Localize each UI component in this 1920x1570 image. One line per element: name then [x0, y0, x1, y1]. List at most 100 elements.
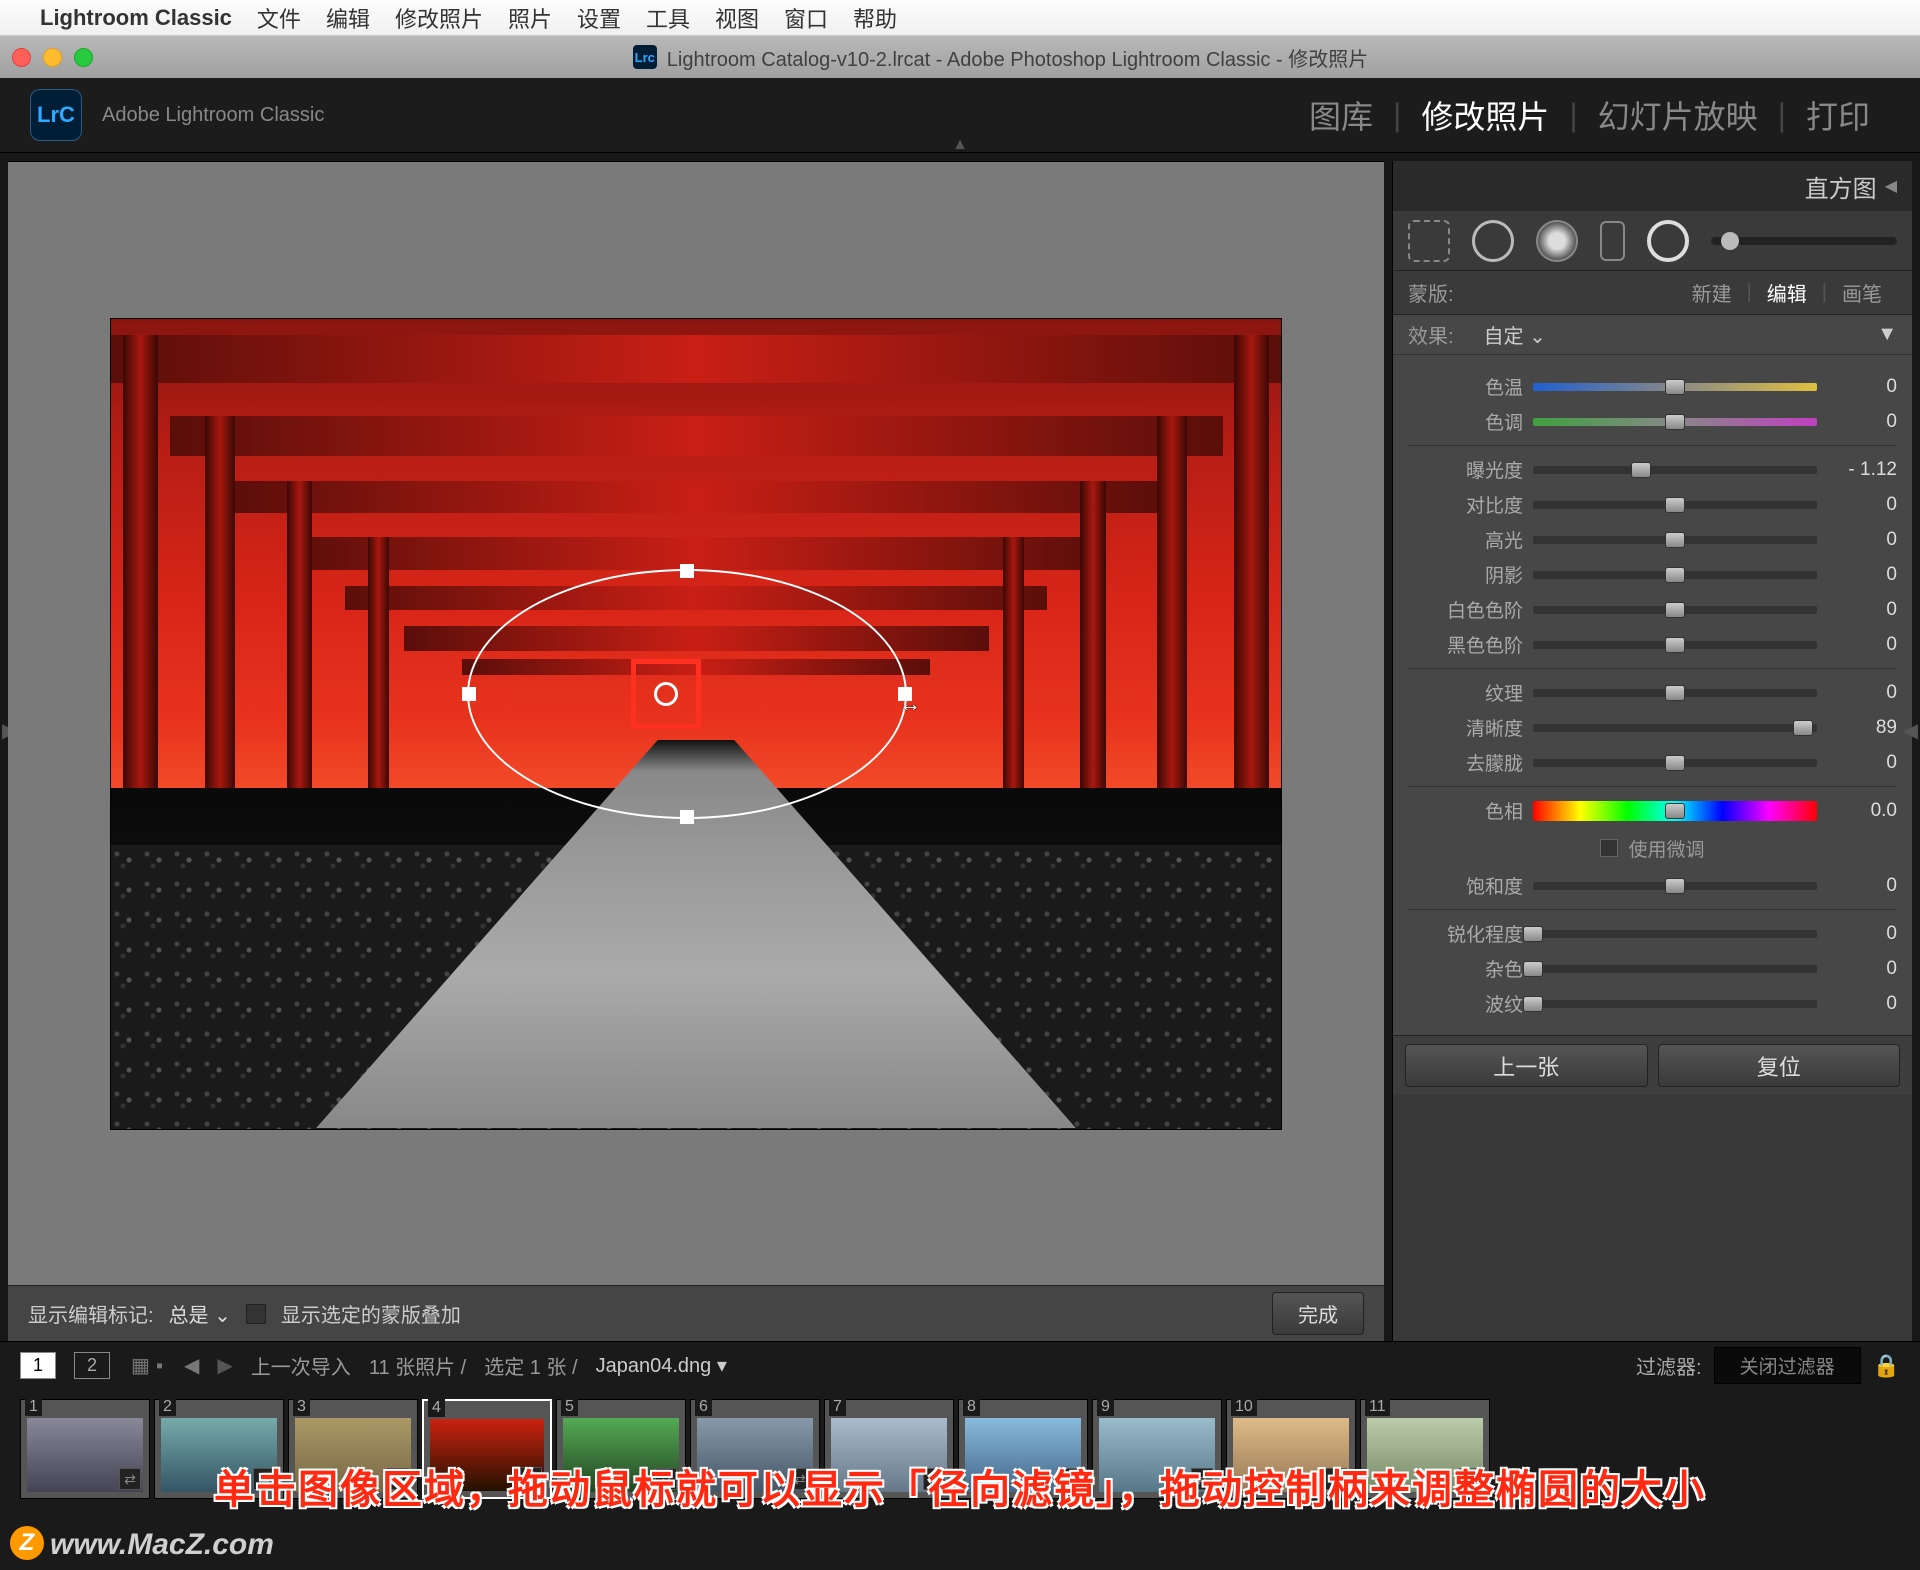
module-slideshow[interactable]: 幻灯片放映	[1578, 92, 1778, 138]
use-fine-checkbox[interactable]	[1600, 839, 1618, 857]
thumbnail[interactable]: 3⇄	[288, 1399, 418, 1499]
mask-tab-new[interactable]: 新建	[1677, 278, 1747, 307]
menu-window[interactable]: 窗口	[784, 2, 828, 34]
thumbnail[interactable]: 1⇄	[20, 1399, 150, 1499]
slider-texture[interactable]: 纹理0	[1408, 675, 1897, 710]
expand-right-icon[interactable]: ◀	[1903, 718, 1918, 743]
nav-back-icon[interactable]: ◀	[184, 1353, 199, 1378]
effect-row[interactable]: 效果: 自定 ⌄ ▼	[1393, 315, 1912, 355]
thumbnail[interactable]: 2⇄	[154, 1399, 284, 1499]
badge-icon: ⇄	[387, 1468, 409, 1490]
window-title-text: Lightroom Catalog-v10-2.lrcat - Adobe Ph…	[667, 43, 1368, 72]
slider-dehaze[interactable]: 去朦胧0	[1408, 745, 1897, 780]
slider-saturation[interactable]: 饱和度0	[1408, 868, 1897, 903]
slider-hue[interactable]: 色相0.0	[1408, 793, 1897, 828]
slider-clarity[interactable]: 清晰度89	[1408, 710, 1897, 745]
menu-photo[interactable]: 照片	[508, 2, 552, 34]
module-print[interactable]: 打印	[1786, 92, 1890, 138]
mask-tab-edit[interactable]: 编辑	[1752, 278, 1822, 307]
effect-value: 自定 ⌄	[1484, 320, 1546, 349]
gradient-tool-icon[interactable]	[1600, 221, 1625, 261]
use-fine-row[interactable]: 使用微调	[1408, 828, 1897, 868]
slider-whites[interactable]: 白色色阶0	[1408, 592, 1897, 627]
slider-sharpness[interactable]: 锐化程度0	[1408, 916, 1897, 951]
slider-noise[interactable]: 杂色0	[1408, 951, 1897, 986]
selected-count: 选定 1 张 /	[484, 1351, 577, 1380]
panel-bottom: 上一张 复位	[1393, 1035, 1912, 1095]
zoom-button[interactable]	[74, 48, 93, 67]
slider-highlights[interactable]: 高光0	[1408, 522, 1897, 557]
thumbnail-selected[interactable]: 4⇄	[422, 1399, 552, 1499]
mask-tab-brush[interactable]: 画笔	[1827, 278, 1897, 307]
show-edit-marks-value[interactable]: 总是 ⌄	[169, 1299, 231, 1328]
monitor-2[interactable]: 2	[74, 1352, 110, 1379]
menu-file[interactable]: 文件	[257, 2, 301, 34]
slider-panel: 色温0 色调0 曝光度- 1.12 对比度0 高光0 阴影0 白色色阶0 黑色色…	[1393, 355, 1912, 1035]
radial-center-marker[interactable]	[631, 659, 701, 729]
menu-develop[interactable]: 修改照片	[395, 2, 483, 34]
photo-preview[interactable]: ↔	[111, 319, 1281, 1129]
histogram-header[interactable]: 直方图◀	[1393, 161, 1912, 211]
slider-shadows[interactable]: 阴影0	[1408, 557, 1897, 592]
badge-icon: ⇄	[1191, 1468, 1213, 1490]
thumbnail[interactable]: 5⇄	[556, 1399, 686, 1499]
view-icons[interactable]: ▦▪	[128, 1353, 166, 1378]
badge-icon: ⇄	[1057, 1468, 1079, 1490]
redeye-tool-icon[interactable]	[1536, 220, 1578, 262]
slider-moire[interactable]: 波纹0	[1408, 986, 1897, 1021]
main-area: ▶	[0, 153, 1920, 1341]
thumbnail[interactable]: 6⇄	[690, 1399, 820, 1499]
done-button[interactable]: 完成	[1272, 1292, 1364, 1335]
badge-icon: ⇄	[1459, 1468, 1481, 1490]
grid-icon: ▦	[131, 1355, 150, 1377]
radial-tool-icon[interactable]	[1647, 220, 1689, 262]
app-window: Lrc Lightroom Catalog-v10-2.lrcat - Adob…	[0, 36, 1920, 1519]
right-panel: 直方图◀ 蒙版: 新建 | 编辑 | 画笔 效果: 自定 ⌄ ▼	[1392, 161, 1912, 1341]
effect-label: 效果:	[1408, 320, 1454, 349]
filter-dropdown[interactable]: 关闭过滤器	[1714, 1347, 1861, 1384]
thumbnail[interactable]: 10⇄	[1226, 1399, 1356, 1499]
minimize-button[interactable]	[43, 48, 62, 67]
monitor-1[interactable]: 1	[20, 1352, 56, 1379]
thumbnail[interactable]: 8⇄	[958, 1399, 1088, 1499]
viewer-pane: ↔ 显示编辑标记: 总是 ⌄ 显示选定的蒙版叠加 完成	[8, 161, 1384, 1341]
image-stage[interactable]: ↔	[8, 162, 1384, 1285]
app-topbar: LrC Adobe Lightroom Classic 图库 | 修改照片 | …	[0, 78, 1920, 153]
slider-blacks[interactable]: 黑色色阶0	[1408, 627, 1897, 662]
thumbnail[interactable]: 7⇄	[824, 1399, 954, 1499]
nav-fwd-icon[interactable]: ▶	[217, 1353, 232, 1378]
slider-tint[interactable]: 色调0	[1408, 404, 1897, 439]
badge-icon: ⇄	[789, 1468, 811, 1490]
close-button[interactable]	[12, 48, 31, 67]
thumbnail[interactable]: 11⇄	[1360, 1399, 1490, 1499]
menu-tools[interactable]: 工具	[646, 2, 690, 34]
tool-amount-slider[interactable]	[1711, 237, 1897, 245]
thumbnail[interactable]: 9⇄	[1092, 1399, 1222, 1499]
reset-button[interactable]: 复位	[1658, 1044, 1901, 1087]
lrc-logo-icon: LrC	[30, 89, 82, 141]
disclosure-icon[interactable]: ▼	[1877, 323, 1897, 346]
prev-button[interactable]: 上一张	[1405, 1044, 1648, 1087]
photo-count: 11 张照片 /	[369, 1351, 466, 1380]
resize-cursor-icon: ↔	[899, 691, 921, 717]
chevron-left-icon: ◀	[1885, 176, 1897, 196]
menubar-appname[interactable]: Lightroom Classic	[40, 5, 232, 31]
collection-name[interactable]: 上一次导入	[251, 1351, 351, 1380]
slider-exposure[interactable]: 曝光度- 1.12	[1408, 452, 1897, 487]
show-overlay-checkbox[interactable]	[246, 1304, 266, 1324]
spot-tool-icon[interactable]	[1472, 220, 1514, 262]
menu-edit[interactable]: 编辑	[326, 2, 370, 34]
slider-temp[interactable]: 色温0	[1408, 369, 1897, 404]
module-develop[interactable]: 修改照片	[1401, 92, 1569, 138]
viewer-bottombar: 显示编辑标记: 总是 ⌄ 显示选定的蒙版叠加 完成	[8, 1285, 1384, 1341]
slider-contrast[interactable]: 对比度0	[1408, 487, 1897, 522]
module-library[interactable]: 图库	[1289, 92, 1393, 138]
lock-icon[interactable]: 🔒	[1873, 1353, 1900, 1379]
crop-tool-icon[interactable]	[1408, 220, 1450, 262]
watermark-badge: Z	[10, 1526, 44, 1560]
menu-view[interactable]: 视图	[715, 2, 759, 34]
collapse-top-icon[interactable]: ▲	[952, 136, 968, 154]
menu-settings[interactable]: 设置	[577, 2, 621, 34]
traffic-lights	[12, 48, 93, 67]
menu-help[interactable]: 帮助	[853, 2, 897, 34]
